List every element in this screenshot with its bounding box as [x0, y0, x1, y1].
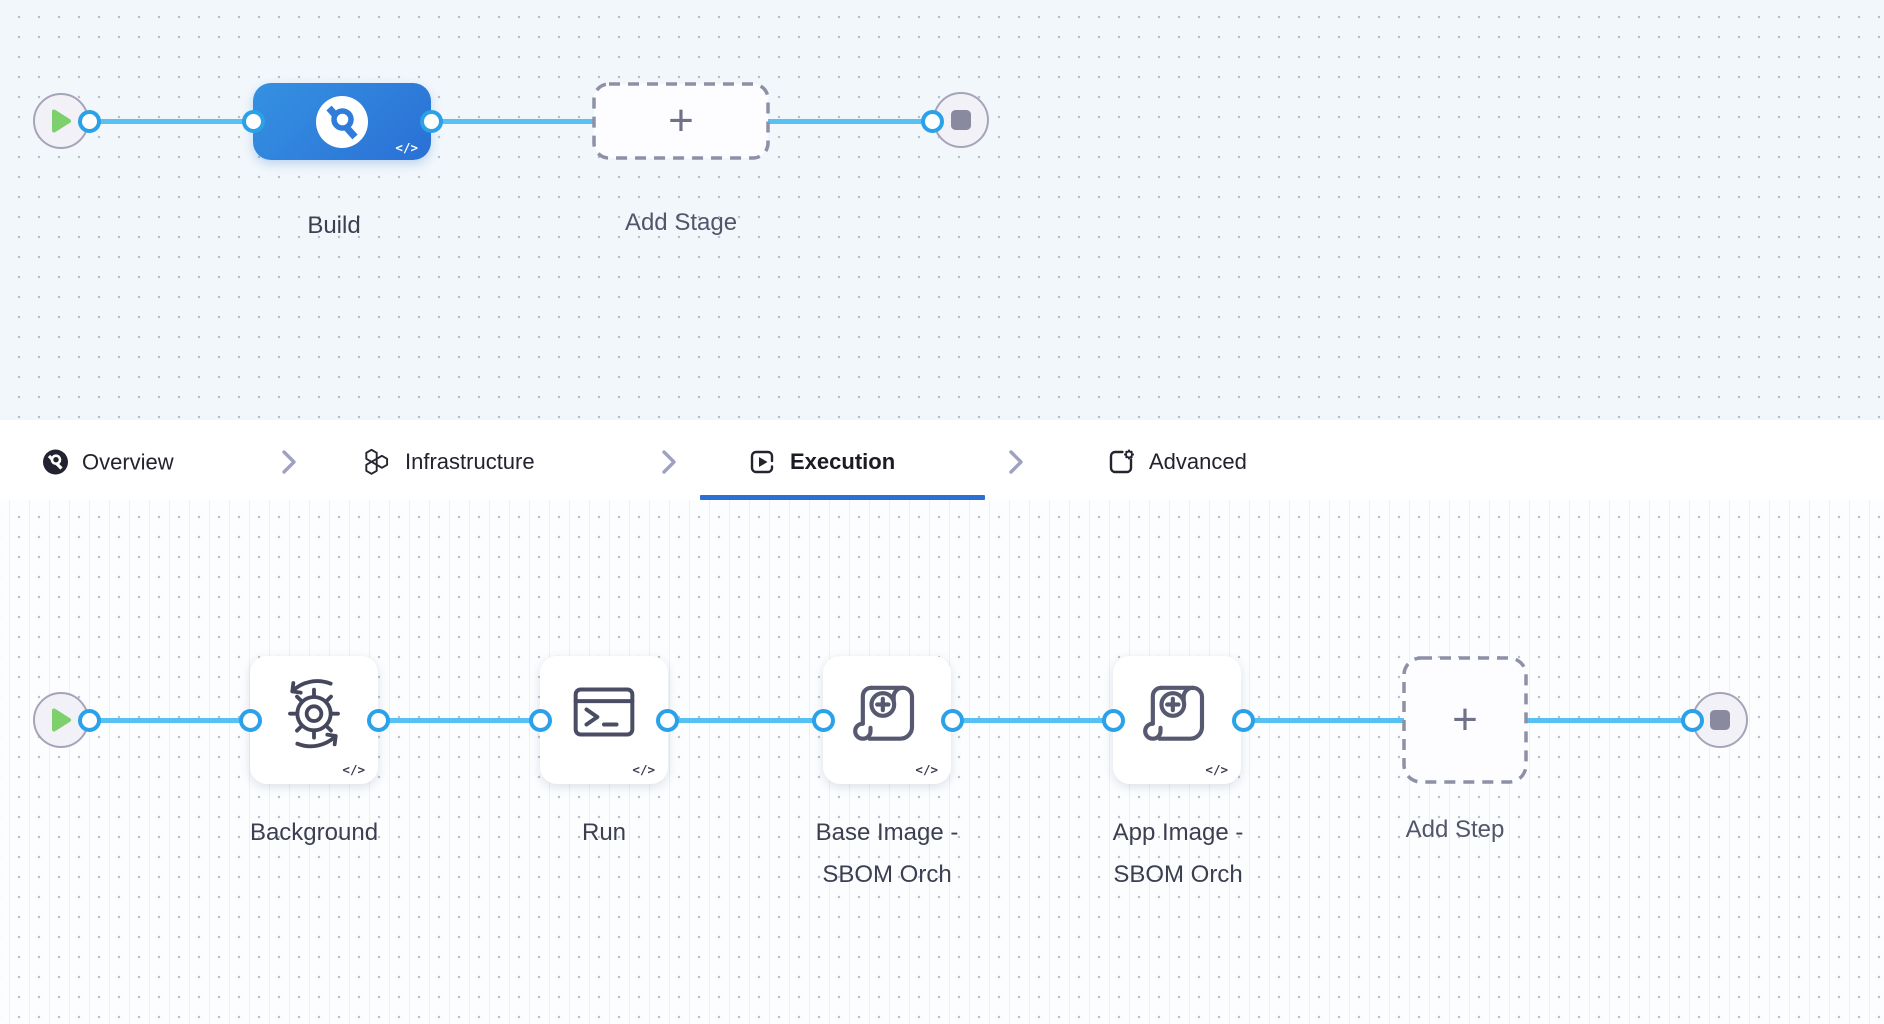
stage-label: Build: [307, 212, 361, 239]
yaml-badge: </>: [395, 140, 418, 155]
plus-icon: +: [668, 96, 694, 145]
yaml-badge: </>: [632, 762, 655, 777]
add-step-button[interactable]: +: [1402, 656, 1528, 784]
edge-start-to-build: [89, 119, 253, 124]
terminal-icon: [573, 687, 635, 737]
add-stage-button[interactable]: +: [592, 82, 770, 160]
step-card-base-image-sbom[interactable]: </>: [823, 656, 951, 784]
edge: [667, 718, 823, 723]
port[interactable]: [239, 709, 262, 732]
execution-canvas[interactable]: </> </> </> </> + Background Run Base Im…: [0, 500, 1884, 1024]
ci-overview-icon: [43, 449, 68, 475]
port[interactable]: [1232, 709, 1255, 732]
plus-icon: +: [1452, 695, 1478, 744]
step-card-app-image-sbom[interactable]: </>: [1113, 656, 1241, 784]
ci-build-icon: [316, 95, 368, 148]
stage-config-tabbar: Overview Infrastructure Execution Advanc…: [0, 420, 1884, 500]
step-label: Run: [581, 819, 627, 846]
yaml-badge: </>: [915, 762, 938, 777]
tab-advanced-label: Advanced: [1149, 449, 1247, 474]
step-label: Base Image - SBOM Orch: [815, 819, 959, 888]
yaml-badge: </>: [1205, 762, 1228, 777]
port[interactable]: [921, 110, 944, 133]
tab-execution-label: Execution: [790, 449, 896, 474]
tab-infrastructure[interactable]: Infrastructure: [362, 447, 535, 477]
tab-overview[interactable]: Overview: [42, 449, 174, 476]
port[interactable]: [941, 709, 964, 732]
stage-canvas[interactable]: </> + Build Add Stage: [0, 0, 1884, 420]
port[interactable]: [656, 709, 679, 732]
step-card-run[interactable]: </>: [540, 656, 668, 784]
step-label: App Image - SBOM Orch: [1112, 819, 1244, 888]
edge: [952, 718, 1113, 723]
stage-node-build[interactable]: </>: [253, 83, 431, 160]
play-icon: [52, 708, 71, 732]
chevron-right-icon: [1009, 450, 1023, 474]
port[interactable]: [1102, 709, 1125, 732]
chevron-right-icon: [662, 450, 676, 474]
stop-icon: [951, 110, 971, 130]
square-gear-icon: [1109, 449, 1134, 474]
scroll-plus-icon: [853, 685, 915, 741]
stop-icon: [1710, 710, 1730, 730]
yaml-badge: </>: [342, 762, 365, 777]
port[interactable]: [78, 709, 101, 732]
edge: [89, 718, 250, 723]
step-label: Background: [249, 819, 379, 846]
tab-execution[interactable]: Execution: [747, 447, 895, 477]
port[interactable]: [529, 709, 552, 732]
tab-overview-label: Overview: [82, 449, 174, 474]
chevron-right-icon: [282, 450, 296, 474]
port[interactable]: [812, 709, 835, 732]
port[interactable]: [78, 110, 101, 133]
scroll-plus-icon: [1143, 685, 1205, 741]
add-stage-label: Add Stage: [624, 209, 738, 236]
play-icon: [52, 109, 71, 133]
gear-sync-icon: [288, 679, 340, 749]
play-square-icon: [750, 450, 774, 474]
add-step-label: Add Step: [1405, 816, 1505, 843]
tab-infrastructure-label: Infrastructure: [405, 449, 535, 474]
port[interactable]: [420, 110, 443, 133]
port[interactable]: [367, 709, 390, 732]
port[interactable]: [242, 110, 265, 133]
tab-advanced[interactable]: Advanced: [1106, 447, 1247, 477]
pipeline-studio: </> + Build Add Stage Overview Infrastru…: [0, 0, 1884, 1024]
edge: [378, 718, 540, 723]
hexagons-icon: [365, 448, 389, 475]
port[interactable]: [1681, 709, 1704, 732]
step-card-background[interactable]: </>: [250, 656, 378, 784]
